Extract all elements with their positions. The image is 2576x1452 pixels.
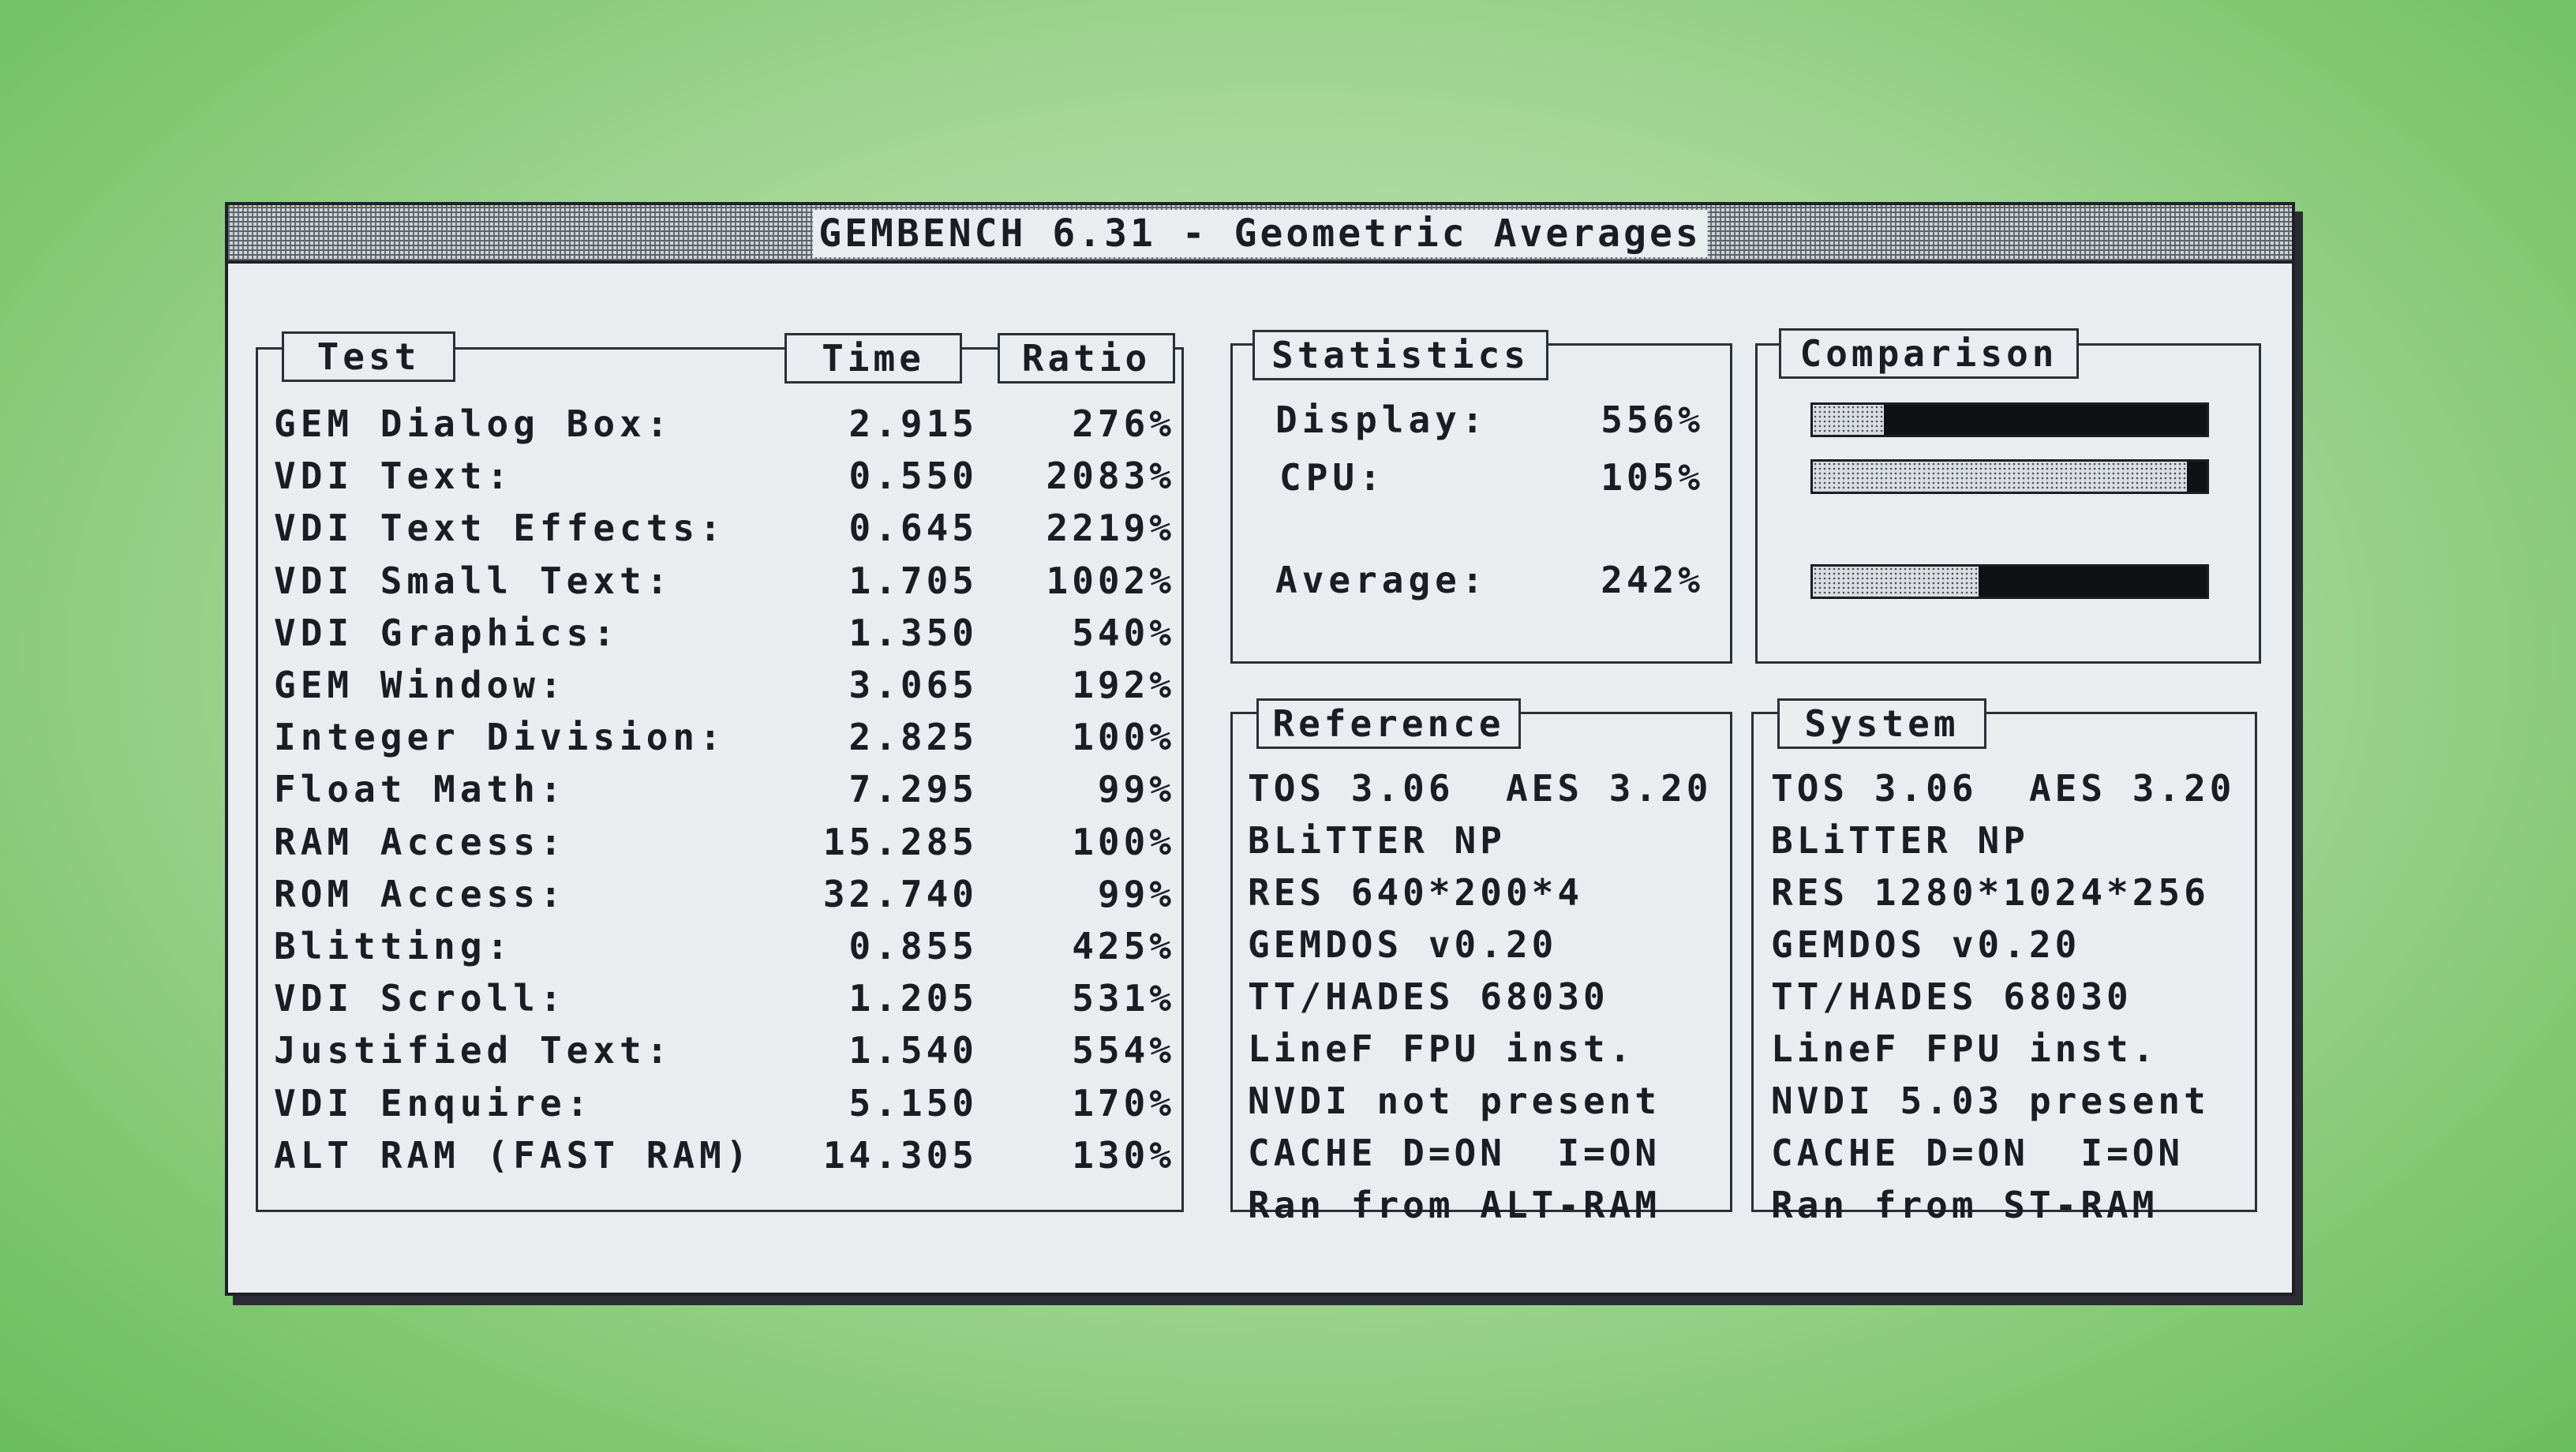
test-ratio: 2219%: [1046, 507, 1175, 549]
reference-label: Reference: [1256, 698, 1521, 749]
test-ratio: 100%: [1072, 821, 1175, 863]
test-time: 3.065: [848, 664, 978, 706]
reference-info-line: RES 640*200*4: [1248, 871, 1584, 914]
test-name: VDI Text Effects:: [274, 507, 726, 549]
system-info-line: CACHE D=ON I=ON: [1771, 1132, 2185, 1174]
display-value: 556%: [1601, 399, 1704, 441]
system-info-line: TT/HADES 68030: [1771, 975, 2132, 1018]
test-ratio: 276%: [1072, 402, 1175, 445]
system-info-line: Ran from ST-RAM: [1771, 1184, 2159, 1226]
test-ratio: 99%: [1097, 873, 1175, 915]
reference-info-line: LineF FPU inst.: [1248, 1027, 1635, 1070]
reference-info-line: TOS 3.06 AES 3.20: [1248, 767, 1713, 810]
test-time: 2.825: [848, 716, 978, 758]
test-name: Justified Text:: [274, 1029, 673, 1072]
test-time: 14.305: [822, 1134, 978, 1177]
reference-info-line: BLiTTER NP: [1248, 819, 1506, 862]
reference-info-line: Ran from ALT-RAM: [1248, 1184, 1661, 1226]
test-ratio: 100%: [1072, 716, 1175, 758]
test-name: VDI Text:: [274, 455, 514, 497]
test-time: 5.150: [848, 1082, 978, 1125]
reference-info-line: CACHE D=ON I=ON: [1248, 1132, 1661, 1174]
average-label: Average:: [1275, 559, 1488, 601]
test-time: 15.285: [822, 821, 978, 863]
display-label: Display:: [1275, 399, 1488, 441]
test-time: 1.205: [848, 977, 978, 1020]
test-time: 0.550: [848, 455, 978, 497]
system-info-line: TOS 3.06 AES 3.20: [1771, 767, 2236, 810]
system-label: System: [1777, 698, 1986, 749]
test-time: 1.540: [848, 1029, 978, 1072]
test-ratio: 170%: [1072, 1082, 1175, 1125]
test-ratio: 2083%: [1046, 455, 1175, 497]
test-name: VDI Small Text:: [274, 559, 673, 602]
reference-info-line: GEMDOS v0.20: [1248, 923, 1558, 966]
test-column-header: Test: [282, 331, 455, 382]
system-info-line: RES 1280*1024*256: [1771, 871, 2210, 914]
average-comparison-bar: [1810, 564, 2209, 599]
system-info-line: NVDI 5.03 present: [1771, 1080, 2210, 1122]
test-time: 0.855: [848, 925, 978, 967]
test-name: GEM Window:: [274, 664, 567, 706]
test-name: VDI Graphics:: [274, 612, 620, 654]
test-ratio: 99%: [1097, 768, 1175, 810]
test-time: 0.645: [848, 507, 978, 549]
statistics-panel: [1230, 343, 1732, 664]
average-value: 242%: [1601, 559, 1704, 601]
time-column-header: Time: [784, 333, 962, 384]
test-name: GEM Dialog Box:: [274, 402, 673, 445]
test-name: Integer Division:: [274, 716, 726, 758]
test-name: Blitting:: [274, 925, 514, 967]
test-time: 32.740: [822, 873, 978, 915]
ratio-column-header: Ratio: [998, 333, 1175, 384]
test-name: ALT RAM (FAST RAM): [274, 1134, 753, 1177]
test-ratio: 531%: [1072, 977, 1175, 1020]
test-ratio: 540%: [1072, 612, 1175, 654]
test-name: VDI Scroll:: [274, 977, 567, 1020]
reference-info-line: TT/HADES 68030: [1248, 975, 1609, 1018]
comparison-label: Comparison: [1779, 328, 2079, 379]
cpu-label: CPU:: [1279, 456, 1386, 499]
statistics-label: Statistics: [1252, 330, 1548, 380]
test-time: 1.705: [848, 559, 978, 602]
test-ratio: 425%: [1072, 925, 1175, 967]
test-name: ROM Access:: [274, 873, 567, 915]
test-ratio: 130%: [1072, 1134, 1175, 1177]
display-comparison-fill: [1813, 405, 1884, 435]
title-bar[interactable]: GEMBENCH 6.31 - Geometric Averages: [228, 205, 2292, 264]
system-info-line: BLiTTER NP: [1771, 819, 2029, 862]
window-title: GEMBENCH 6.31 - Geometric Averages: [812, 210, 1708, 257]
test-time: 2.915: [848, 402, 978, 445]
cpu-comparison-fill: [1813, 462, 2188, 492]
test-name: RAM Access:: [274, 821, 567, 863]
gembench-window: GEMBENCH 6.31 - Geometric Averages Test …: [225, 202, 2295, 1296]
cpu-value: 105%: [1601, 456, 1704, 499]
test-name: VDI Enquire:: [274, 1082, 593, 1125]
test-ratio: 554%: [1072, 1029, 1175, 1072]
system-info-line: LineF FPU inst.: [1771, 1027, 2159, 1070]
test-ratio: 192%: [1072, 664, 1175, 706]
test-time: 7.295: [848, 768, 978, 810]
test-name: Float Math:: [274, 768, 567, 810]
reference-info-line: NVDI not present: [1248, 1080, 1661, 1122]
test-ratio: 1002%: [1046, 559, 1175, 602]
comparison-panel: [1755, 343, 2261, 664]
cpu-comparison-bar: [1810, 459, 2209, 494]
test-time: 1.350: [848, 612, 978, 654]
display-comparison-bar: [1810, 402, 2209, 437]
system-info-line: GEMDOS v0.20: [1771, 923, 2081, 966]
average-comparison-fill: [1813, 567, 1979, 597]
